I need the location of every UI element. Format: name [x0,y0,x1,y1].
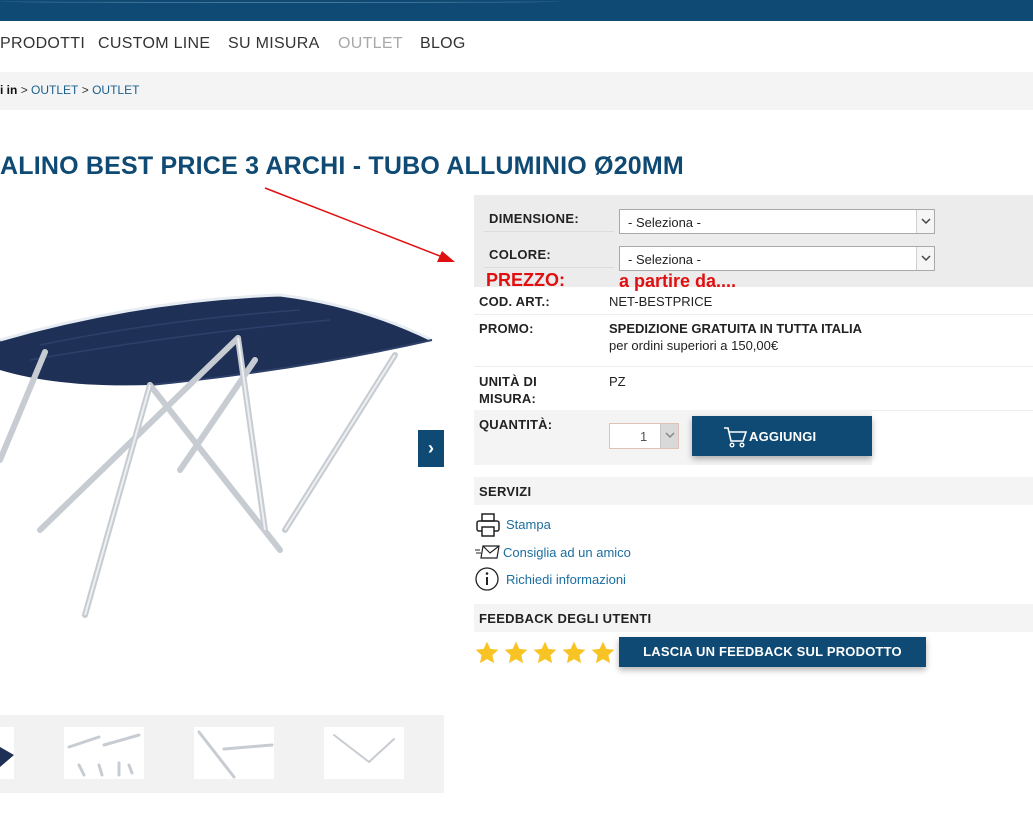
nav-item-outlet[interactable]: OUTLET [338,35,403,53]
mail-icon [475,545,500,559]
service-richiedi-label: Richiedi informazioni [506,572,626,587]
promo-title-text: SPEDIZIONE GRATUITA IN TUTTA ITALIA [609,321,862,336]
unita-value: PZ [609,374,626,389]
star-icon[interactable] [590,640,616,666]
quantity-input[interactable]: 1 [609,423,679,449]
prezzo-value: a partire da.... [619,271,737,291]
divider [484,267,614,268]
dimensione-select[interactable]: - Seleziona - [619,209,935,234]
thumbnail-2[interactable] [64,727,144,779]
breadcrumb-sep: > [81,83,89,97]
cod-art-label: COD. ART.: [479,294,550,309]
divider [474,314,1033,315]
quantita-label: QUANTITÀ: [479,417,553,432]
printer-icon [476,513,500,537]
promo-title: SPEDIZIONE GRATUITA IN TUTTA ITALIA [609,320,862,337]
divider [474,366,1033,367]
unita-label: UNITÀ DI MISURA: [479,373,537,407]
star-icon[interactable] [532,640,558,666]
feedback-heading: FEEDBACK DEGLI UTENTI [474,604,1033,632]
product-image [0,293,433,618]
cod-art-value: NET-BESTPRICE [609,294,713,309]
top-header-band [0,0,1033,21]
nav-item-su-misura[interactable]: SU MISURA [228,35,320,53]
breadcrumb-sep: > [20,83,28,97]
unita-label-line1: UNITÀ DI [479,374,537,389]
chevron-down-icon [916,247,934,270]
nav-item-blog[interactable]: BLOG [420,35,466,53]
promo-subtitle: per ordini superiori a 150,00€ [609,338,779,353]
quantity-spinner[interactable] [660,424,678,448]
star-icon[interactable] [474,640,500,666]
unita-label-line2: MISURA: [479,391,537,406]
divider [484,231,614,232]
add-to-cart-label: AGGIUNGI [749,429,817,444]
prezzo-label: PREZZO: [486,270,565,290]
cart-icon [724,427,747,448]
thumbnail-1[interactable] [0,727,14,779]
chevron-down-icon [916,210,934,233]
breadcrumb: i in > OUTLET > OUTLET [0,72,1033,110]
thumbnail-strip [0,715,444,793]
image-next-button[interactable]: › [418,430,444,467]
service-consiglia[interactable]: Consiglia ad un amico [475,544,650,562]
breadcrumb-lead: i in > OUTLET > OUTLET [0,83,139,97]
colore-label: COLORE: [489,247,552,262]
leave-feedback-button[interactable]: LASCIA UN FEEDBACK SUL PRODOTTO [619,637,926,667]
colore-select[interactable]: - Seleziona - [619,246,935,271]
dimensione-label: DIMENSIONE: [489,211,579,226]
thumbnail-4[interactable] [324,727,404,779]
service-stampa[interactable]: Stampa [475,512,555,538]
info-icon [475,567,499,591]
servizi-heading: SERVIZI [474,477,1033,505]
service-richiedi[interactable]: Richiedi informazioni [475,567,650,591]
service-consiglia-label: Consiglia ad un amico [503,545,631,560]
header-decoration [0,0,560,3]
breadcrumb-link-outlet-1[interactable]: OUTLET [31,83,78,97]
dimensione-select-value: - Seleziona - [628,215,701,230]
breadcrumb-link-outlet-2[interactable]: OUTLET [92,83,139,97]
quantity-value: 1 [640,429,648,444]
service-stampa-label: Stampa [506,517,551,532]
promo-label: PROMO: [479,321,534,336]
product-title: ALINO BEST PRICE 3 ARCHI - TUBO ALLUMINI… [0,152,684,180]
main-nav: PRODOTTI CUSTOM LINE SU MISURA OUTLET BL… [0,21,1033,72]
colore-select-value: - Seleziona - [628,252,701,267]
thumbnail-3[interactable] [194,727,274,779]
nav-item-custom-line[interactable]: CUSTOM LINE [98,35,210,53]
nav-item-prodotti[interactable]: PRODOTTI [0,35,85,53]
star-icon[interactable] [503,640,529,666]
star-icon[interactable] [561,640,587,666]
breadcrumb-lead-text: i in [0,83,18,97]
add-to-cart-button[interactable]: AGGIUNGI [692,416,872,456]
